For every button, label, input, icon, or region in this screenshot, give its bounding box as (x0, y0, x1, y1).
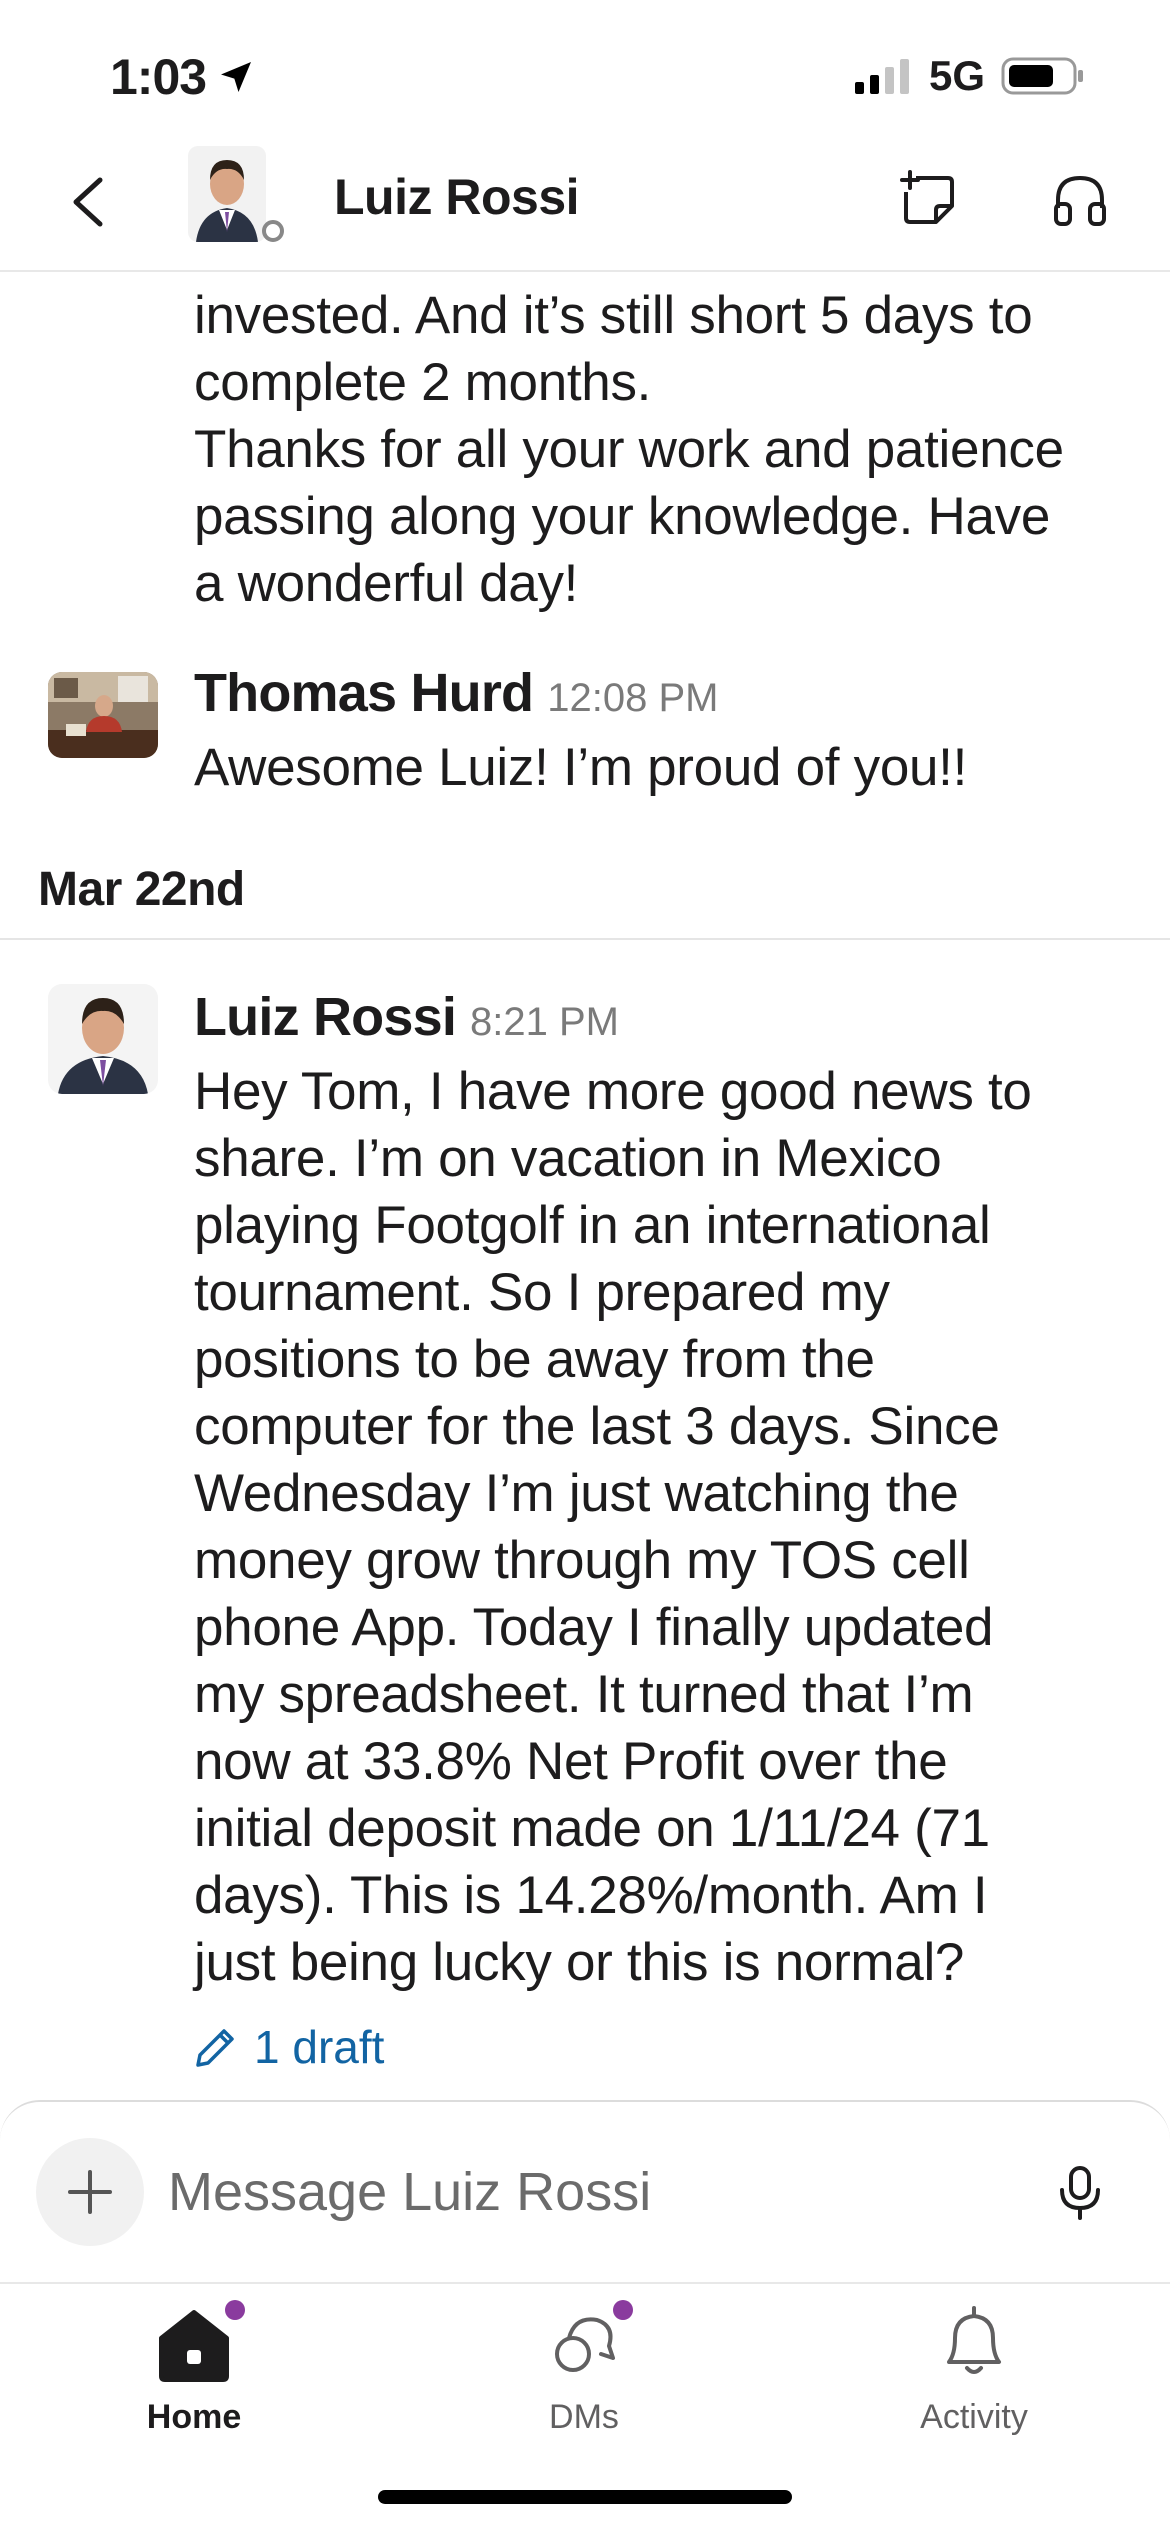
message-line: initial deposit made on 1/11/24 (71 (194, 1799, 990, 1858)
draft-link[interactable]: 1 draft (194, 2020, 384, 2074)
network-label: 5G (928, 52, 985, 99)
chat-header (0, 140, 1170, 272)
message-timestamp: 12:08 PM (547, 676, 719, 720)
plus-icon (68, 2170, 112, 2214)
pencil-icon (196, 2029, 234, 2067)
message-line: invested. And it’s still short 5 days to (194, 286, 1033, 345)
message-timestamp: 8:21 PM (470, 1000, 619, 1044)
message-line: now at 33.8% Net Profit over the (194, 1732, 948, 1791)
tab-activity-label: Activity (920, 2398, 1028, 2436)
tab-dms[interactable]: DMs (434, 2298, 734, 2437)
message-line: money grow through my TOS cell (194, 1531, 970, 1590)
presence-indicator (262, 220, 284, 242)
tab-dms-label: DMs (549, 2398, 619, 2436)
date-divider-label: Mar 22nd (38, 863, 245, 916)
message-line: my spreadsheet. It turned that I’m (194, 1665, 974, 1724)
header-avatar[interactable] (188, 146, 266, 242)
draft-label: 1 draft (254, 2021, 385, 2073)
bell-icon (947, 2306, 1001, 2374)
location-arrow-icon (221, 62, 252, 92)
tab-activity[interactable]: Activity (824, 2298, 1124, 2437)
message-line: Wednesday I’m just watching the (194, 1464, 959, 1523)
message-text: Hey Tom, I have more good news to share.… (194, 1058, 1032, 1996)
battery-icon (1001, 57, 1083, 95)
message-line: days). This is 14.28%/month. Am I (194, 1866, 988, 1925)
headphones-icon[interactable] (1050, 170, 1110, 230)
back-chevron-icon[interactable] (60, 172, 120, 232)
message-line: playing Footgolf in an international (194, 1196, 991, 1255)
canvas-add-icon[interactable] (898, 170, 958, 230)
message-line: Thanks for all your work and patience (194, 420, 1064, 479)
avatar-thomas-hurd[interactable] (48, 672, 158, 758)
author-name[interactable]: Thomas Hurd (194, 663, 534, 723)
message-line: just being lucky or this is normal? (194, 1933, 965, 1992)
signal-icon (854, 59, 909, 94)
add-attachment-button[interactable] (36, 2138, 144, 2246)
status-time-text: 1:03 (110, 49, 207, 105)
date-divider-line (0, 938, 1170, 940)
message-line: phone App. Today I finally updated (194, 1598, 994, 1657)
tab-home-label: Home (146, 2398, 242, 2436)
message-line: a wonderful day! (194, 554, 579, 613)
status-right: 5G (853, 52, 1085, 100)
home-badge-dot (225, 2300, 245, 2320)
message-line: positions to be away from the (194, 1330, 875, 1389)
header-title[interactable]: Luiz Rossi (334, 168, 580, 226)
avatar-luiz-rossi[interactable] (48, 984, 158, 1094)
message-line: share. I’m on vacation in Mexico (194, 1129, 942, 1188)
message-input[interactable] (168, 2160, 1018, 2224)
message-line: complete 2 months. (194, 353, 652, 412)
status-time: 1:03 (110, 48, 256, 106)
message-header-luiz: Luiz Rossi 8:21 PM (194, 986, 619, 1048)
author-name[interactable]: Luiz Rossi (194, 987, 457, 1047)
tab-home[interactable]: Home (44, 2298, 344, 2437)
message-header-thomas: Thomas Hurd 12:08 PM (194, 662, 718, 724)
message-continued: invested. And it’s still short 5 days to… (194, 282, 1064, 617)
home-indicator (378, 2490, 792, 2504)
message-line: tournament. So I prepared my (194, 1263, 890, 1322)
message-text: Awesome Luiz! I’m proud of you!! (194, 738, 968, 797)
message-line: computer for the last 3 days. Since (194, 1397, 1000, 1456)
message-line: Hey Tom, I have more good news to (194, 1062, 1032, 1121)
microphone-icon[interactable] (1050, 2162, 1110, 2222)
dms-badge-dot (613, 2300, 633, 2320)
message-line: passing along your knowledge. Have (194, 487, 1051, 546)
